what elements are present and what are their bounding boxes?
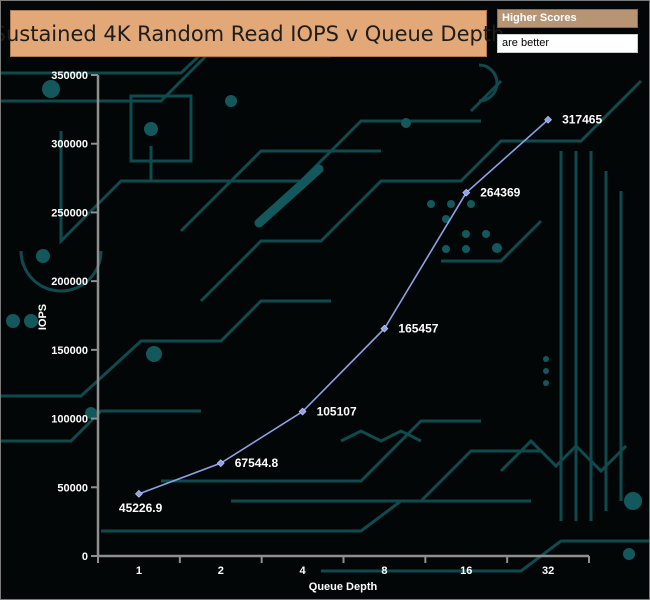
- y-tick-label: 350000: [51, 70, 88, 82]
- x-tick-group: 1 2 4 8 16 32: [97, 556, 590, 577]
- y-axis-label: IOPS: [37, 304, 49, 330]
- x-tick-label: 8: [381, 565, 387, 577]
- series-group: 45226.9 67544.8 105107 165457 264369 317465: [119, 113, 603, 515]
- data-point: [134, 489, 143, 498]
- y-tick-label: 250000: [51, 207, 88, 219]
- data-label: 105107: [317, 405, 357, 419]
- x-tick-label: 2: [218, 565, 224, 577]
- y-tick-label: 0: [82, 551, 88, 563]
- y-tick-label: 200000: [51, 276, 88, 288]
- y-tick-label: 150000: [51, 345, 88, 357]
- data-label: 317465: [562, 113, 602, 127]
- circuit-strip: [254, 164, 324, 228]
- y-tick-group: 0 50000 100000 150000 200000 250000 300000 3500…: [51, 70, 98, 563]
- chart-frame: 0 50000 100000 150000 200000 250000 300000 3500…: [0, 0, 650, 600]
- data-label: 264369: [480, 186, 520, 200]
- x-tick-label: 4: [300, 565, 307, 577]
- data-label: 67544.8: [235, 456, 279, 470]
- note-higher-scores: Higher Scores: [497, 9, 638, 28]
- note-are-better: are better: [497, 34, 638, 53]
- series-line: [138, 119, 549, 495]
- data-label: 165457: [398, 322, 438, 336]
- y-tick-label: 100000: [51, 414, 88, 426]
- plot-axes: [96, 75, 589, 558]
- y-tick-label: 300000: [51, 139, 88, 151]
- chart-svg: 0 50000 100000 150000 200000 250000 300000 3500…: [1, 19, 649, 593]
- chart-title: Sustained 4K Random Read IOPS v Queue De…: [1, 10, 504, 57]
- y-tick-label: 50000: [57, 482, 88, 494]
- x-tick-label: 1: [136, 565, 142, 577]
- x-tick-label: 16: [460, 565, 472, 577]
- data-label: 45226.9: [119, 501, 163, 515]
- x-tick-label: 32: [542, 565, 554, 577]
- x-axis-label: Queue Depth: [309, 581, 378, 593]
